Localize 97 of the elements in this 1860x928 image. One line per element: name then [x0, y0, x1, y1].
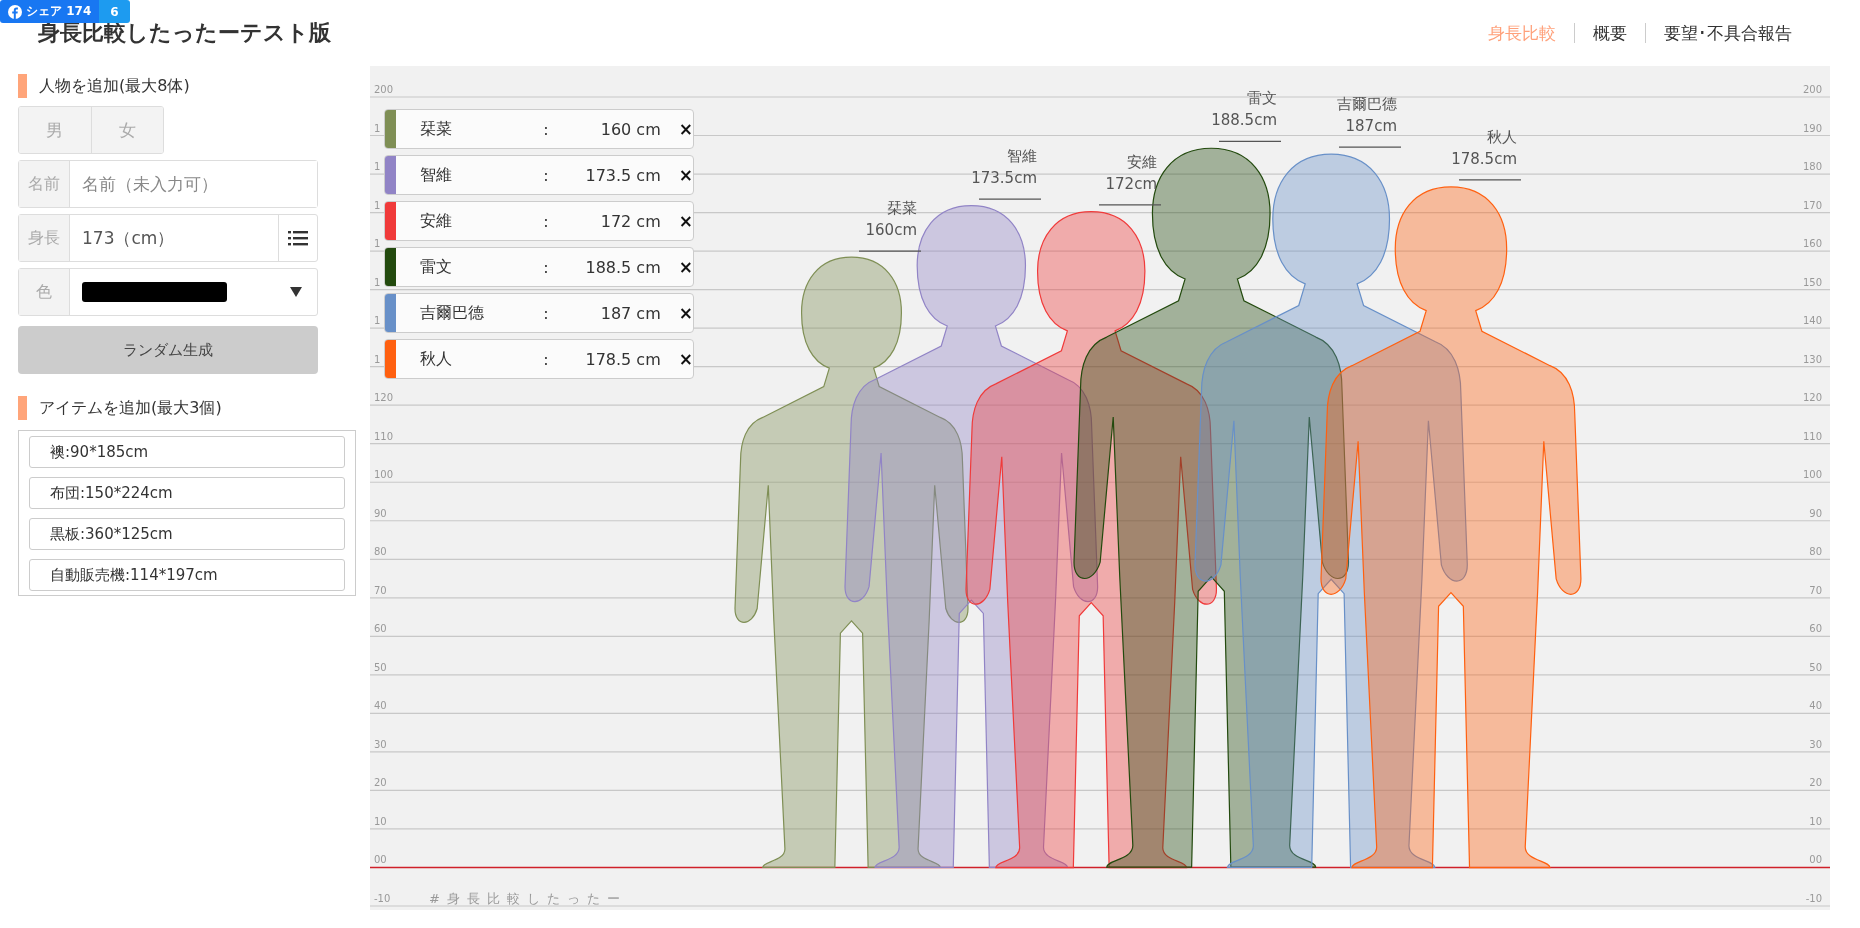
- scale-label: 90: [374, 507, 387, 519]
- separator-text: :: [543, 349, 550, 369]
- nav-link[interactable]: 概要: [1575, 21, 1645, 45]
- scale-label: 80: [1809, 546, 1822, 558]
- person-name-label: 智維: [1007, 147, 1037, 166]
- scale-label: 20: [374, 777, 387, 789]
- remove-button[interactable]: ×: [678, 303, 693, 323]
- height-value: 160 cm: [599, 119, 661, 139]
- height-label: 178.5cm: [1451, 149, 1517, 168]
- scale-label: 1: [374, 238, 381, 250]
- scale-label: 150: [1802, 276, 1822, 288]
- list-icon: [288, 230, 308, 246]
- scale-label: 1: [374, 276, 381, 288]
- height-value: 173.5 cm: [584, 165, 661, 185]
- person-name: 智維: [418, 164, 453, 186]
- scale-label: 50: [374, 661, 387, 673]
- scale-label: 70: [1809, 584, 1822, 596]
- height-field[interactable]: 身長 173（cm）: [18, 214, 318, 262]
- scale-label: 110: [1802, 430, 1822, 442]
- height-label: 173.5cm: [971, 169, 1037, 188]
- person-name-label: 雷文: [1247, 89, 1277, 108]
- person-name-label: 安維: [1127, 152, 1157, 171]
- person-name-label: 栞菜: [887, 199, 917, 218]
- share-label: シェア 174: [26, 3, 92, 20]
- separator-text: :: [543, 257, 550, 277]
- field-label: 色: [19, 269, 70, 315]
- scale-label: 60: [374, 623, 387, 635]
- person-name-label: 吉爾巴德: [1337, 95, 1397, 114]
- scale-label: 1: [374, 122, 381, 134]
- scale-label: 1: [374, 353, 381, 365]
- scale-label: 1: [374, 199, 381, 211]
- share-count: 6: [99, 0, 130, 23]
- remove-button[interactable]: ×: [678, 349, 693, 369]
- height-value: 178.5 cm: [584, 349, 661, 369]
- field-label: 身長: [19, 215, 70, 261]
- person-name-label: 秋人: [1487, 127, 1517, 146]
- scale-label: 190: [1802, 122, 1822, 134]
- scale-label: 110: [374, 430, 394, 442]
- scale-label: 140: [1802, 315, 1822, 327]
- person-name: 吉爾巴德: [418, 302, 485, 324]
- remove-button[interactable]: ×: [678, 257, 693, 277]
- separator-text: :: [543, 211, 550, 231]
- scale-label: 170: [1802, 199, 1822, 211]
- person-name: 雷文: [418, 256, 453, 278]
- scale-label: 200: [374, 84, 394, 95]
- scale-label: 70: [374, 584, 387, 596]
- scale-label: 00: [374, 854, 387, 866]
- scale-label: 80: [374, 546, 387, 558]
- scale-label: 20: [1809, 777, 1822, 789]
- scale-label: 10: [374, 815, 387, 827]
- height-label: 187cm: [1345, 117, 1397, 136]
- scale-label: 160: [1802, 238, 1822, 250]
- item-button[interactable]: 襖:90*185cm: [29, 436, 345, 468]
- nav-link[interactable]: 要望･不具合報告: [1646, 21, 1810, 45]
- person-name: 安維: [418, 210, 453, 232]
- separator-text: :: [543, 165, 550, 185]
- scale-label: 10: [1809, 815, 1822, 827]
- scale-label: 00: [1809, 854, 1822, 866]
- separator-text: :: [543, 303, 550, 323]
- scale-label: 90: [1809, 507, 1822, 519]
- scale-label: 1: [374, 315, 381, 327]
- height-label: 172cm: [1105, 174, 1157, 193]
- scale-label: 50: [1809, 661, 1822, 673]
- scale-label: -10: [1805, 893, 1822, 904]
- caret-icon: [290, 287, 302, 297]
- scale-label: 180: [1802, 161, 1822, 173]
- separator-text: :: [543, 119, 550, 139]
- scale-label: 100: [1802, 469, 1822, 481]
- height-value: 172 cm: [599, 211, 661, 231]
- scale-label: 40: [1809, 700, 1822, 712]
- facebook-icon: [8, 4, 22, 19]
- scale-label: 1: [374, 161, 381, 173]
- item-button[interactable]: 自動販売機:114*197cm: [29, 559, 345, 591]
- remove-button[interactable]: ×: [678, 165, 693, 185]
- person-name: 栞菜: [418, 118, 453, 140]
- scale-label: 130: [1802, 353, 1822, 365]
- remove-button[interactable]: ×: [678, 211, 693, 231]
- height-label: 160cm: [865, 221, 917, 240]
- scale-label: 100: [374, 469, 394, 481]
- hashtag-text: #身長比較したったー: [429, 891, 627, 906]
- person-name: 秋人: [418, 348, 453, 370]
- height-label: 188.5cm: [1211, 111, 1277, 130]
- scale-label: 30: [1809, 738, 1822, 750]
- scale-label: 40: [374, 700, 387, 712]
- scale-label: -10: [374, 893, 391, 904]
- scale-label: 120: [374, 392, 394, 404]
- scale-label: 60: [1809, 623, 1822, 635]
- scale-label: 120: [1802, 392, 1822, 404]
- height-value: 188.5 cm: [584, 257, 661, 277]
- scale-label: 30: [374, 738, 387, 750]
- random-button[interactable]: ランダム生成: [18, 326, 318, 374]
- item-button[interactable]: 布団:150*224cm: [29, 477, 345, 509]
- height-value: 187 cm: [599, 303, 661, 323]
- item-button[interactable]: 黒板:360*125cm: [29, 518, 345, 550]
- scale-label: 200: [1802, 84, 1822, 95]
- field-label: 名前: [19, 161, 70, 207]
- remove-button[interactable]: ×: [678, 119, 693, 139]
